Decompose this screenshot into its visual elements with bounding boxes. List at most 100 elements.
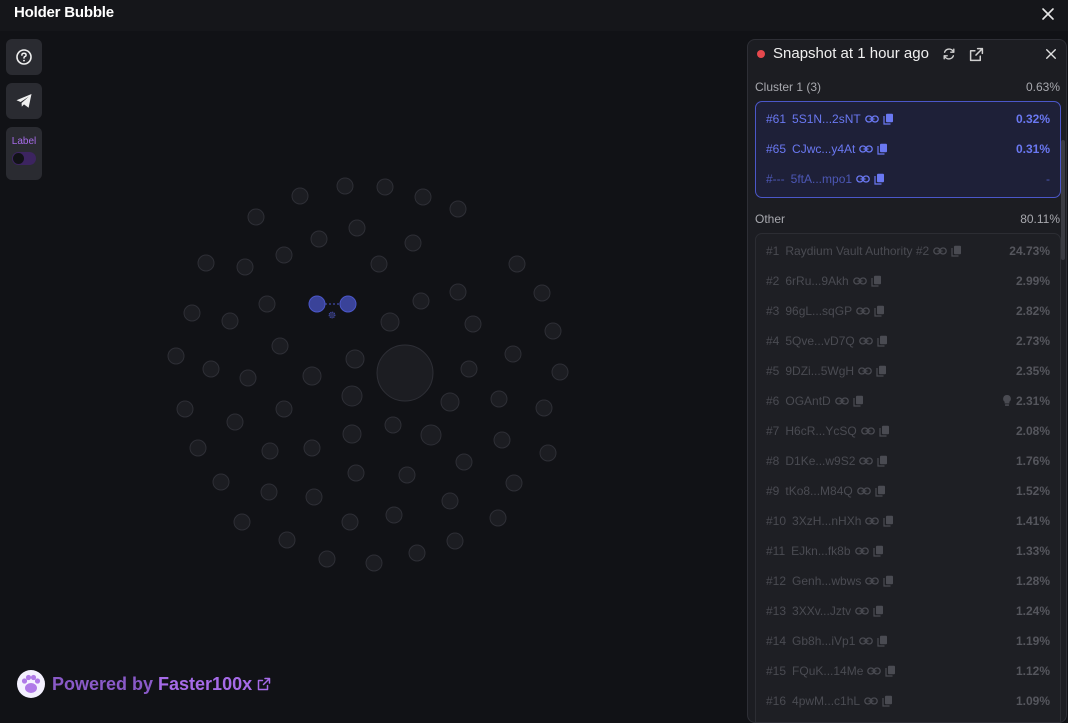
copy-button[interactable]: [871, 275, 882, 287]
cluster-bubble-65[interactable]: [339, 295, 357, 313]
copy-button[interactable]: [876, 365, 887, 377]
holder-address[interactable]: 5Qve...vD7Q: [785, 334, 854, 348]
holder-bubble[interactable]: [197, 254, 215, 272]
copy-button[interactable]: [877, 635, 888, 647]
link-button[interactable]: [854, 546, 869, 556]
holder-address[interactable]: 3XXv...Jztv: [792, 604, 851, 618]
holder-bubble[interactable]: [233, 513, 251, 531]
link-button[interactable]: [858, 336, 873, 346]
holder-bubble[interactable]: [385, 506, 403, 524]
holder-row[interactable]: #7 H6cR...YcSQ 2.08%: [756, 416, 1060, 446]
holder-address[interactable]: H6cR...YcSQ: [785, 424, 856, 438]
holder-bubble[interactable]: [342, 424, 362, 444]
holder-bubble[interactable]: [345, 349, 365, 369]
copy-button[interactable]: [883, 113, 894, 125]
refresh-button[interactable]: [940, 45, 958, 63]
holder-bubble[interactable]: [440, 392, 460, 412]
link-button[interactable]: [856, 486, 871, 496]
holder-bubble[interactable]: [303, 439, 321, 457]
copy-button[interactable]: [877, 143, 888, 155]
holder-bubble[interactable]: [460, 360, 478, 378]
link-button[interactable]: [856, 306, 870, 316]
holder-bubble[interactable]: [380, 312, 400, 332]
holder-address[interactable]: Raydium Vault Authority #2: [785, 244, 929, 258]
copy-button[interactable]: [883, 515, 894, 527]
holder-bubble[interactable]: [278, 531, 296, 549]
holder-bubble[interactable]: [261, 442, 279, 460]
holder-bubble[interactable]: [533, 284, 551, 302]
link-button[interactable]: [933, 246, 948, 256]
holder-bubble[interactable]: [455, 453, 473, 471]
holder-bubble[interactable]: [449, 283, 467, 301]
powered-by-link[interactable]: Powered by Faster100x: [16, 669, 271, 699]
copy-button[interactable]: [883, 575, 894, 587]
holder-row[interactable]: #8 D1Ke...w9S2 1.76%: [756, 446, 1060, 476]
holder-bubble[interactable]: [398, 466, 416, 484]
holder-row[interactable]: #13 3XXv...Jztv 1.24%: [756, 596, 1060, 626]
holder-address[interactable]: Genh...wbws: [792, 574, 861, 588]
holder-address[interactable]: tKo8...M84Q: [785, 484, 852, 498]
holder-bubble[interactable]: [275, 246, 293, 264]
holder-bubble[interactable]: [271, 337, 289, 355]
holder-bubble[interactable]: [384, 416, 402, 434]
link-button[interactable]: [865, 576, 880, 586]
holder-bubble[interactable]: [464, 315, 482, 333]
holder-bubble[interactable]: [341, 513, 359, 531]
holder-bubble[interactable]: [247, 208, 265, 226]
holder-row[interactable]: #10 3XzH...nHXh 1.41%: [756, 506, 1060, 536]
copy-button[interactable]: [882, 695, 893, 707]
holder-bubble[interactable]: [236, 258, 254, 276]
holder-address[interactable]: D1Ke...w9S2: [785, 454, 855, 468]
holder-row[interactable]: #65 CJwc...y4At 0.31%: [756, 134, 1060, 164]
bubble-map[interactable]: [0, 31, 745, 631]
holder-bubble[interactable]: [275, 400, 293, 418]
holder-bubble[interactable]: [260, 483, 278, 501]
holder-bubble[interactable]: [310, 230, 328, 248]
copy-button[interactable]: [879, 425, 890, 437]
holder-bubble[interactable]: [348, 219, 366, 237]
holder-row[interactable]: #12 Genh...wbws 1.28%: [756, 566, 1060, 596]
link-button[interactable]: [858, 366, 872, 376]
holder-bubble[interactable]: [508, 255, 526, 273]
holder-bubble[interactable]: [489, 509, 507, 527]
link-button[interactable]: [852, 276, 867, 286]
holder-row[interactable]: #11 EJkn...fk8b 1.33%: [756, 536, 1060, 566]
holder-bubble[interactable]: [539, 444, 557, 462]
holder-address[interactable]: 6rRu...9Akh: [785, 274, 848, 288]
holder-bubble[interactable]: [449, 200, 467, 218]
holder-address[interactable]: 4pwM...c1hL: [792, 694, 860, 708]
holder-bubble[interactable]: [347, 464, 365, 482]
link-button[interactable]: [859, 456, 874, 466]
holder-address[interactable]: EJkn...fk8b: [791, 544, 850, 558]
holder-bubble[interactable]: [302, 366, 322, 386]
holder-row[interactable]: #--- 5ftA...mpo1 -: [756, 164, 1060, 194]
copy-button[interactable]: [874, 305, 885, 317]
holder-bubble[interactable]: [226, 413, 244, 431]
holder-address[interactable]: OGAntD: [785, 394, 830, 408]
holder-bubble[interactable]: [221, 312, 239, 330]
holder-bubble[interactable]: [183, 304, 201, 322]
holder-row[interactable]: #3 96gL...sqGP 2.82%: [756, 296, 1060, 326]
cluster-group[interactable]: [308, 295, 357, 319]
holder-address[interactable]: 3XzH...nHXh: [792, 514, 861, 528]
holder-row[interactable]: #15 FQuK...14Me 1.12%: [756, 656, 1060, 686]
copy-button[interactable]: [877, 335, 888, 347]
holder-bubble[interactable]: [441, 492, 459, 510]
link-button[interactable]: [867, 666, 882, 676]
link-button[interactable]: [834, 396, 849, 406]
cluster-bubble-unranked[interactable]: [328, 311, 336, 319]
copy-button[interactable]: [853, 395, 864, 407]
holder-bubble[interactable]: [493, 431, 511, 449]
holder-row[interactable]: #9 tKo8...M84Q 1.52%: [756, 476, 1060, 506]
holder-bubble[interactable]: [370, 255, 388, 273]
holder-bubble[interactable]: [504, 345, 522, 363]
holder-address[interactable]: FQuK...14Me: [792, 664, 863, 678]
copy-button[interactable]: [874, 173, 885, 185]
holder-bubble[interactable]: [167, 347, 185, 365]
copy-button[interactable]: [872, 545, 884, 557]
holder-bubble[interactable]: [420, 424, 442, 446]
holder-address[interactable]: 9DZi...5WgH: [785, 364, 854, 378]
holder-bubble[interactable]: [446, 532, 464, 550]
link-button[interactable]: [856, 174, 870, 184]
holder-bubble[interactable]: [189, 439, 207, 457]
